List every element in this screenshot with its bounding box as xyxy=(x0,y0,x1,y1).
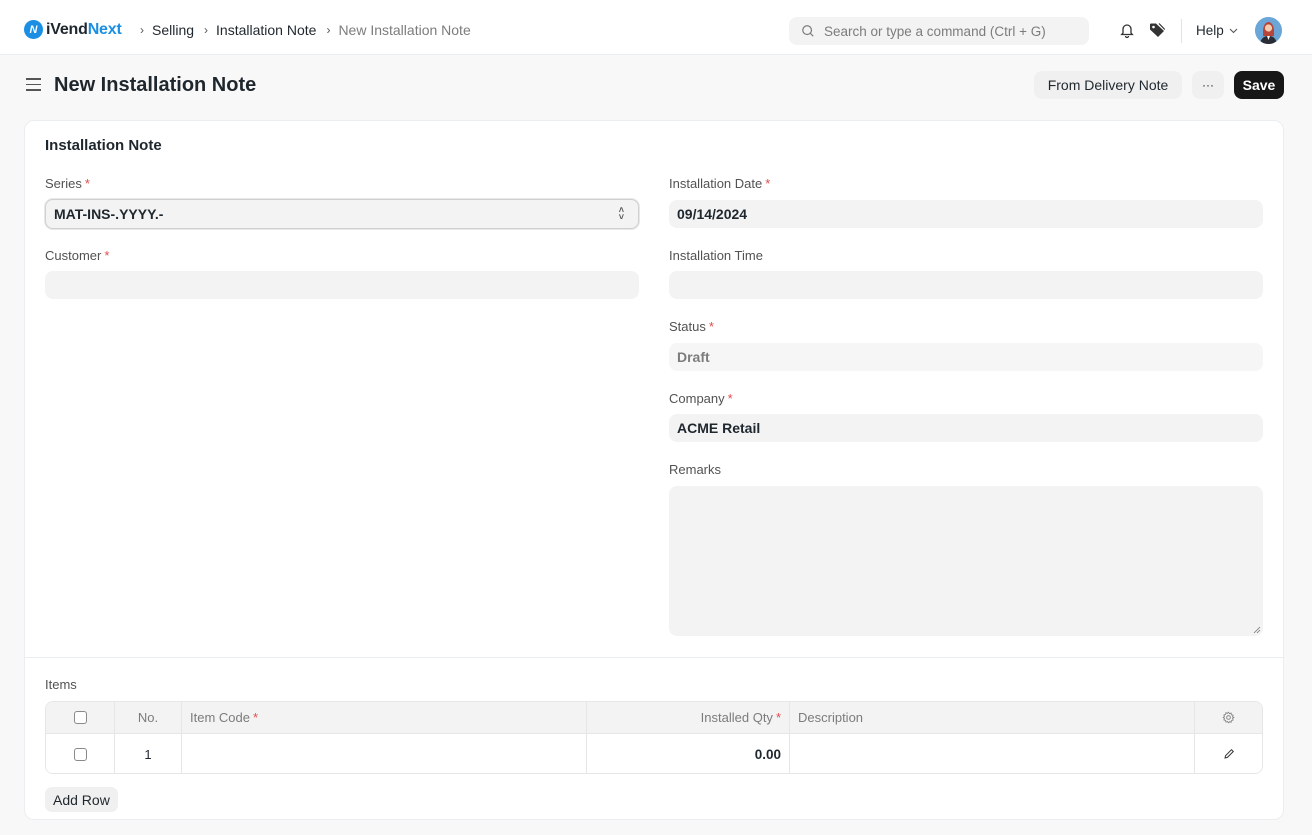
save-button[interactable]: Save xyxy=(1234,71,1284,99)
brand-icon: N xyxy=(24,20,43,39)
tag-icon[interactable] xyxy=(1148,21,1166,39)
more-actions-button[interactable]: ··· xyxy=(1192,71,1224,99)
brand-logo-link[interactable]: N iVendNext xyxy=(24,20,122,39)
row-item-code[interactable] xyxy=(182,734,587,774)
page-head: New Installation Note From Delivery Note… xyxy=(0,56,1312,116)
company-value: ACME Retail xyxy=(677,420,760,436)
items-table: No. Item Code* Installed Qty* Descriptio… xyxy=(45,701,1263,774)
sidebar-toggle-icon[interactable] xyxy=(26,78,41,95)
customer-field[interactable] xyxy=(45,271,639,299)
row-edit-cell xyxy=(1195,734,1262,774)
company-field[interactable]: ACME Retail xyxy=(669,414,1263,442)
row-installed-qty[interactable]: 0.00 xyxy=(587,734,790,774)
navbar-divider xyxy=(1181,19,1182,43)
search-input[interactable] xyxy=(824,24,1084,39)
section-title: Installation Note xyxy=(45,137,162,154)
breadcrumb-installation-note[interactable]: Installation Note xyxy=(216,22,316,38)
help-label: Help xyxy=(1196,23,1224,38)
navbar: N iVendNext › Selling › Installation Not… xyxy=(0,0,1312,55)
chevron-right-icon: › xyxy=(140,23,144,37)
column-header-no: No. xyxy=(115,702,182,733)
row-description[interactable] xyxy=(790,734,1195,774)
installation-time-label: Installation Time xyxy=(669,248,763,263)
items-label: Items xyxy=(45,677,77,692)
required-marker: * xyxy=(104,248,109,263)
form-card: Installation Note Series* MAT-INS-.YYYY.… xyxy=(24,120,1284,820)
search-bar xyxy=(789,17,1089,45)
row-check-cell xyxy=(46,734,115,774)
select-arrows-icon: ˄˅ xyxy=(619,207,624,221)
column-header-item-code: Item Code* xyxy=(182,702,587,733)
search-icon xyxy=(801,24,815,38)
installation-date-field[interactable]: 09/14/2024 xyxy=(669,200,1263,228)
add-row-button[interactable]: Add Row xyxy=(45,787,118,812)
installation-time-field[interactable] xyxy=(669,271,1263,299)
from-delivery-note-button[interactable]: From Delivery Note xyxy=(1034,71,1182,99)
breadcrumb-selling[interactable]: Selling xyxy=(152,22,194,38)
installation-date-label: Installation Date* xyxy=(669,176,770,191)
required-marker: * xyxy=(728,391,733,406)
breadcrumb-current: New Installation Note xyxy=(338,22,470,38)
bell-icon[interactable] xyxy=(1118,21,1136,39)
status-value: Draft xyxy=(677,349,710,365)
page-title: New Installation Note xyxy=(54,74,256,97)
brand-name: iVendNext xyxy=(46,21,122,39)
required-marker: * xyxy=(709,319,714,334)
series-select[interactable]: MAT-INS-.YYYY.- ˄˅ xyxy=(45,199,639,229)
user-avatar[interactable] xyxy=(1255,17,1282,44)
header-settings-cell xyxy=(1195,702,1262,733)
row-no: 1 xyxy=(115,734,182,774)
required-marker: * xyxy=(776,710,781,725)
section-divider xyxy=(25,657,1283,658)
required-marker: * xyxy=(765,176,770,191)
table-header: No. Item Code* Installed Qty* Descriptio… xyxy=(46,702,1262,734)
remarks-textarea[interactable] xyxy=(669,486,1263,636)
required-marker: * xyxy=(85,176,90,191)
required-marker: * xyxy=(253,710,258,725)
help-dropdown[interactable]: Help xyxy=(1196,23,1238,38)
select-all-checkbox[interactable] xyxy=(74,711,87,724)
row-checkbox[interactable] xyxy=(74,748,87,761)
resize-handle-icon[interactable] xyxy=(1253,626,1261,634)
breadcrumb: › Selling › Installation Note › New Inst… xyxy=(140,22,481,38)
table-row[interactable]: 1 0.00 xyxy=(46,734,1262,774)
installation-date-value: 09/14/2024 xyxy=(677,206,747,222)
remarks-label: Remarks xyxy=(669,462,721,477)
company-label: Company* xyxy=(669,391,733,406)
brand-accent: Next xyxy=(88,21,122,38)
edit-pencil-icon[interactable] xyxy=(1223,748,1235,760)
column-header-installed-qty: Installed Qty* xyxy=(587,702,790,733)
status-label: Status* xyxy=(669,319,714,334)
avatar-image xyxy=(1255,17,1282,44)
series-label: Series* xyxy=(45,176,90,191)
chevron-right-icon: › xyxy=(204,23,208,37)
chevron-down-icon xyxy=(1229,28,1238,34)
chevron-right-icon: › xyxy=(326,23,330,37)
gear-icon[interactable] xyxy=(1222,711,1235,724)
brand-prefix: iVend xyxy=(46,21,88,38)
header-check-cell xyxy=(46,702,115,733)
status-field: Draft xyxy=(669,343,1263,371)
column-header-description: Description xyxy=(790,702,1195,733)
customer-label: Customer* xyxy=(45,248,109,263)
series-value: MAT-INS-.YYYY.- xyxy=(54,206,163,222)
